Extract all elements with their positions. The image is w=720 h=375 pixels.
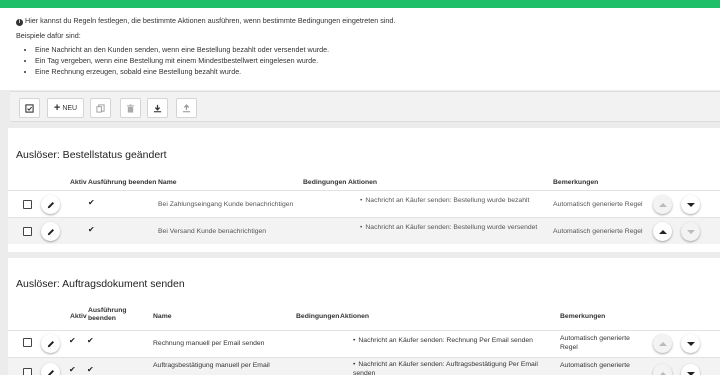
table-row[interactable]: ✔ Bei Zahlungseingang Kunde benachrichti… [8, 190, 720, 217]
arrow-up-icon [658, 341, 667, 346]
example-item: Ein Tag vergeben, wenn eine Bestellung m… [35, 55, 720, 66]
checkbox-icon [25, 103, 34, 113]
rule-name: Auftragsbestätigung manuell per Email [153, 362, 270, 369]
column-header-conditions: Bedingungen [303, 179, 347, 186]
toolbar: + NEU [10, 91, 720, 122]
arrow-up-icon [658, 202, 667, 207]
rule-section-order-status: Auslöser: Bestellstatus geändert Aktiv A… [8, 128, 720, 252]
rule-remark: Automatisch generierte Regel [553, 228, 643, 235]
pencil-icon [47, 369, 54, 375]
move-down-button[interactable] [681, 334, 700, 353]
arrow-up-icon [658, 371, 667, 375]
column-header-remarks: Bemerkungen [553, 179, 599, 186]
export-button[interactable] [176, 98, 197, 118]
pencil-icon [47, 340, 54, 347]
move-up-button[interactable] [653, 364, 672, 375]
column-header-name: Name [158, 179, 177, 186]
arrow-down-icon [686, 341, 695, 346]
column-header-name: Name [153, 313, 172, 320]
rule-remark: Automatisch generierte Regel [560, 335, 630, 351]
move-up-button[interactable] [653, 222, 672, 241]
rule-action: Nachricht an Käufer senden: Bestellung w… [360, 223, 537, 232]
examples-label: Beispiele dafür sind: [16, 31, 81, 40]
active-check: ✔ [69, 336, 76, 345]
edit-button[interactable] [41, 222, 60, 241]
trash-icon [126, 103, 135, 113]
rule-name: Bei Versand Kunde benachrichtigen [158, 228, 267, 235]
column-header-execution: Ausführung beenden [88, 179, 157, 186]
move-down-button[interactable] [681, 195, 700, 214]
copy-icon [96, 103, 105, 113]
column-header-remarks: Bemerkungen [560, 313, 606, 320]
execution-check: ✔ [87, 336, 94, 345]
section-title: Auslöser: Auftragsdokument senden [16, 278, 185, 290]
new-button-label: NEU [62, 104, 78, 112]
execution-check: ✔ [88, 198, 95, 207]
column-header-actions: Aktionen [348, 179, 378, 186]
download-icon [153, 104, 162, 112]
rule-remark: Automatisch generierte Regel [553, 201, 643, 208]
column-header-active: Aktiv [70, 179, 87, 186]
arrow-up-icon [658, 229, 667, 234]
edit-button[interactable] [41, 195, 60, 214]
upload-icon [182, 103, 191, 112]
move-down-button[interactable] [681, 364, 700, 375]
delete-button[interactable] [120, 98, 141, 118]
info-icon: i [16, 19, 23, 26]
table-row[interactable]: ✔ ✔ Auftragsbestätigung manuell per Emai… [8, 357, 720, 375]
rule-action: Nachricht an Käufer senden: Bestellung w… [360, 196, 529, 205]
rule-name: Rechnung manuell per Email senden [153, 340, 265, 347]
column-header-conditions: Bedingungen [296, 313, 340, 320]
table-row[interactable]: ✔ ✔ Rechnung manuell per Email senden Na… [8, 330, 720, 357]
select-all-button[interactable] [19, 98, 40, 118]
info-panel: i Hier kannst du Regeln festlegen, die be… [0, 8, 720, 90]
rule-action: Nachricht an Käufer senden: Auftragsbest… [353, 360, 558, 375]
column-header-execution: Ausführung beenden [88, 307, 127, 322]
column-header-active: Aktiv [70, 313, 87, 320]
examples-list: Eine Nachricht an den Kunden senden, wen… [16, 44, 720, 77]
row-checkbox[interactable] [23, 200, 32, 209]
edit-button[interactable] [41, 363, 60, 375]
row-checkbox[interactable] [23, 368, 32, 375]
edit-button[interactable] [41, 334, 60, 353]
example-item: Eine Nachricht an den Kunden senden, wen… [35, 44, 720, 55]
rule-remark: Automatisch generierte [560, 362, 630, 369]
copy-button[interactable] [90, 98, 111, 118]
rule-section-order-document: Auslöser: Auftragsdokument senden Aktiv … [8, 258, 720, 375]
pencil-icon [47, 201, 54, 208]
row-checkbox[interactable] [23, 227, 32, 236]
active-check: ✔ [69, 365, 76, 374]
rule-name: Bei Zahlungseingang Kunde benachrichtige… [158, 201, 294, 208]
arrow-down-icon [686, 371, 695, 375]
arrow-down-icon [686, 229, 695, 234]
move-up-button[interactable] [653, 334, 672, 353]
move-up-button[interactable] [653, 195, 672, 214]
info-description: Hier kannst du Regeln festlegen, die bes… [25, 16, 396, 25]
execution-check: ✔ [87, 365, 94, 374]
example-item: Eine Rechnung erzeugen, sobald eine Best… [35, 66, 720, 77]
import-button[interactable] [147, 98, 168, 118]
arrow-down-icon [686, 202, 695, 207]
column-header-actions: Aktionen [340, 313, 370, 320]
section-title: Auslöser: Bestellstatus geändert [16, 149, 167, 161]
pencil-icon [47, 228, 54, 235]
execution-check: ✔ [88, 225, 95, 234]
table-row[interactable]: ✔ Bei Versand Kunde benachrichtigen Nach… [8, 217, 720, 244]
rule-action: Nachricht an Käufer senden: Rechnung Per… [353, 336, 533, 345]
move-down-button[interactable] [681, 222, 700, 241]
top-accent-bar [0, 0, 720, 8]
new-rule-button[interactable]: + NEU [47, 98, 84, 118]
plus-icon: + [53, 102, 61, 114]
info-text: i Hier kannst du Regeln festlegen, die be… [16, 15, 720, 26]
row-checkbox[interactable] [23, 338, 32, 347]
